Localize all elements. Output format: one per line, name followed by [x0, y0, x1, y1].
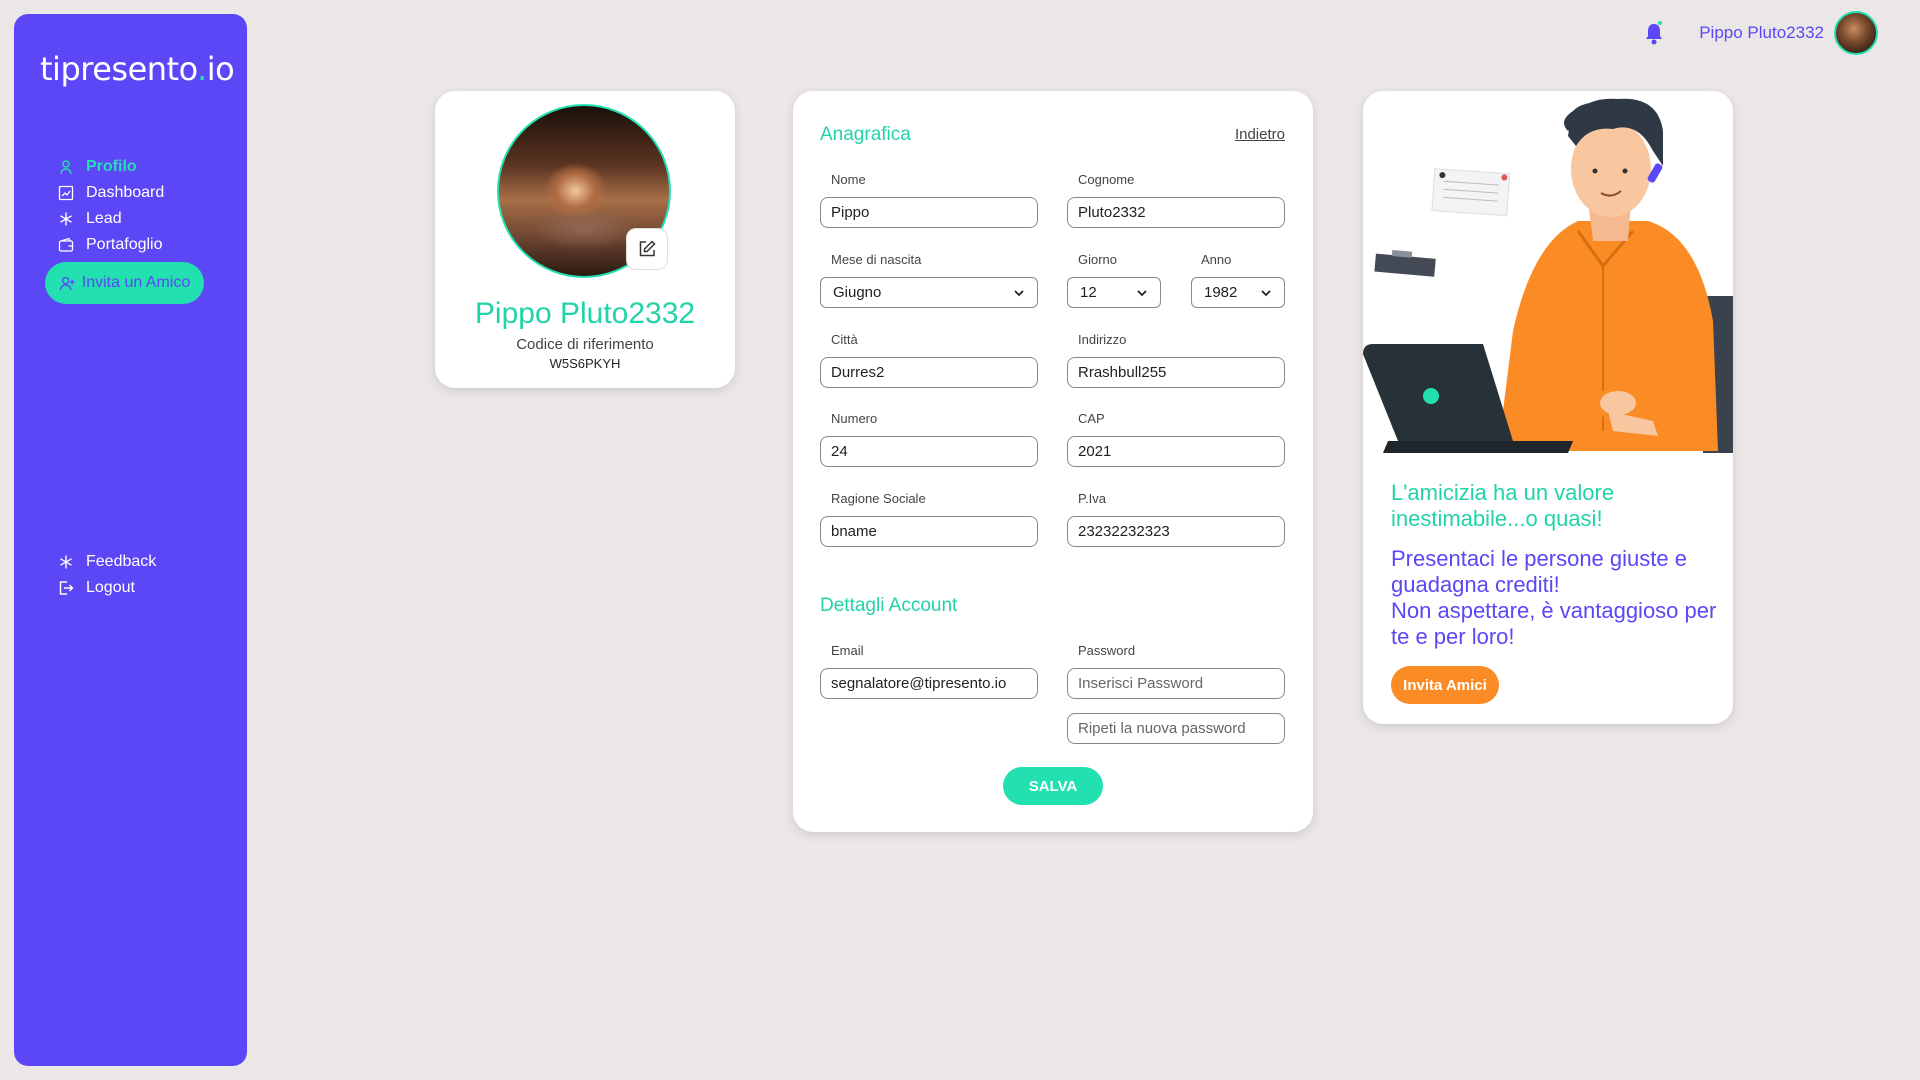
secondary-nav: Feedback Logout [58, 549, 156, 601]
asterisk-icon [60, 555, 72, 569]
anagrafica-title: Anagrafica [820, 124, 911, 145]
nome-field[interactable] [820, 197, 1038, 228]
user-name[interactable]: Pippo Pluto2332 [1699, 23, 1824, 43]
nome-label: Nome [831, 172, 866, 187]
cap-label: CAP [1078, 411, 1105, 426]
mese-label: Mese di nascita [831, 252, 922, 267]
chevron-down-icon [1137, 289, 1147, 296]
invite-friend-button[interactable]: Invita un Amico [45, 262, 204, 304]
edit-icon [639, 240, 656, 257]
sidebar-item-label: Lead [86, 210, 122, 227]
sidebar-item-logout[interactable]: Logout [58, 575, 156, 601]
promo-text-line-2: Non aspettare, è vantaggioso per te e pe… [1391, 598, 1717, 649]
invite-friend-label: Invita un Amico [81, 274, 191, 291]
piva-label: P.Iva [1078, 491, 1106, 506]
main-nav: Profilo Dashboard Lead Portafoglio [58, 154, 164, 258]
logo-suffix: io [206, 50, 235, 88]
logout-icon [59, 581, 74, 595]
promo-headline: L'amicizia ha un valore inestimabile...o… [1391, 480, 1615, 531]
sidebar-item-portafoglio[interactable]: Portafoglio [58, 232, 164, 258]
cognome-label: Cognome [1078, 172, 1135, 187]
top-bar: Pippo Pluto2332 [1643, 10, 1878, 56]
giorno-label: Giorno [1078, 252, 1118, 267]
bell-icon[interactable] [1643, 20, 1665, 46]
add-user-icon [59, 276, 75, 290]
edit-photo-button[interactable] [626, 228, 668, 270]
save-button[interactable]: SALVA [1003, 767, 1103, 805]
mese-select[interactable]: Giugno [820, 277, 1038, 308]
sidebar-item-label: Portafoglio [86, 236, 163, 253]
citta-field[interactable] [820, 357, 1038, 388]
sidebar-item-feedback[interactable]: Feedback [58, 549, 156, 575]
avatar[interactable] [1834, 11, 1878, 55]
wallet-icon [58, 237, 74, 252]
chart-icon [58, 185, 74, 201]
giorno-select[interactable]: 12 [1067, 277, 1161, 308]
promo-text-line-1: Presentaci le persone giuste e guadagna … [1391, 546, 1687, 597]
cognome-field[interactable] [1067, 197, 1285, 228]
profile-name: Pippo Pluto2332 [474, 297, 696, 330]
anno-value: 1982 [1204, 284, 1238, 301]
password-field[interactable] [1067, 668, 1285, 699]
logo-dot: . [197, 50, 207, 88]
cap-field[interactable] [1067, 436, 1285, 467]
mese-value: Giugno [833, 284, 882, 301]
chevron-down-icon [1014, 289, 1024, 296]
promo-text: Presentaci le persone giuste e guadagna … [1391, 546, 1721, 650]
account-details-title: Dettagli Account [820, 595, 958, 616]
sidebar-item-lead[interactable]: Lead [58, 206, 164, 232]
sidebar-item-label: Logout [86, 579, 135, 596]
chevron-down-icon [1261, 289, 1271, 296]
indirizzo-field[interactable] [1067, 357, 1285, 388]
email-field[interactable] [820, 668, 1038, 699]
man-at-laptop-illustration [1363, 98, 1733, 453]
numero-field[interactable] [820, 436, 1038, 467]
sidebar-item-label: Feedback [86, 553, 157, 570]
reference-code-label: Codice di riferimento [516, 336, 654, 353]
password-label: Password [1078, 643, 1136, 658]
back-link[interactable]: Indietro [1235, 126, 1285, 143]
promo-card: L'amicizia ha un valore inestimabile...o… [1363, 91, 1733, 724]
ragione-sociale-field[interactable] [820, 516, 1038, 547]
numero-label: Numero [831, 411, 878, 426]
anno-select[interactable]: 1982 [1191, 277, 1285, 308]
indirizzo-label: Indirizzo [1078, 332, 1127, 347]
sidebar-item-dashboard[interactable]: Dashboard [58, 180, 164, 206]
citta-label: Città [831, 332, 858, 347]
anno-label: Anno [1201, 252, 1232, 267]
sidebar: tipresento.io Profilo Dashboard Lead Por… [14, 14, 247, 1066]
reference-code: W5S6PKYH [549, 356, 621, 371]
user-icon [60, 160, 72, 175]
giorno-value: 12 [1080, 284, 1097, 301]
sidebar-item-label: Profilo [86, 158, 137, 175]
email-label: Email [831, 643, 864, 658]
invite-friends-button[interactable]: Invita Amici [1391, 666, 1499, 704]
logo-main: tipresento [40, 50, 198, 88]
logo[interactable]: tipresento.io [40, 50, 235, 88]
sidebar-item-profilo[interactable]: Profilo [58, 154, 164, 180]
sidebar-item-label: Dashboard [86, 184, 165, 201]
password-repeat-field[interactable] [1067, 713, 1285, 744]
profile-card: Pippo Pluto2332 Codice di riferimento W5… [435, 91, 735, 388]
piva-field[interactable] [1067, 516, 1285, 547]
ragione-sociale-label: Ragione Sociale [831, 491, 926, 506]
profile-form-card: Anagrafica Indietro Nome Cognome Mese di… [793, 91, 1313, 832]
asterisk-icon [60, 212, 72, 226]
